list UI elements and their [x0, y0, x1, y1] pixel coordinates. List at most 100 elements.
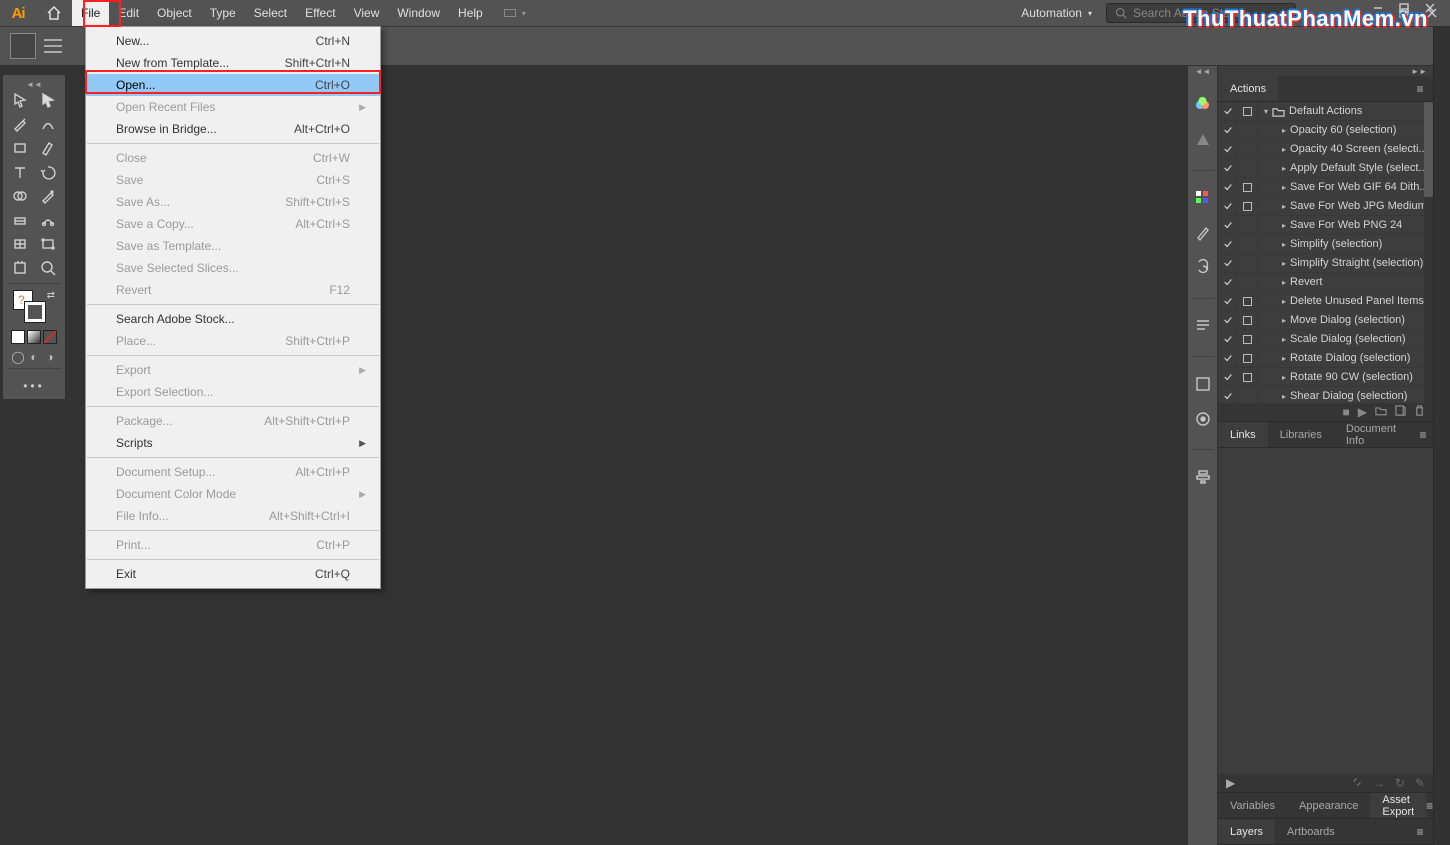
appearance-icon[interactable] — [1194, 375, 1212, 396]
tab-libraries[interactable]: Libraries — [1268, 422, 1334, 447]
menu-object[interactable]: Object — [148, 0, 201, 26]
shape-builder-tool[interactable] — [7, 185, 33, 207]
menu-select[interactable]: Select — [245, 0, 296, 26]
paragraph-icon[interactable] — [1194, 317, 1212, 338]
workspace-switcher[interactable]: Automation ▾ — [1011, 6, 1102, 20]
edit-toolbar-button[interactable]: ••• — [7, 379, 61, 393]
right-dock-strip: ◄◄ — [1187, 66, 1217, 845]
watermark: ThuThuatPhanMem.vn — [1183, 6, 1428, 32]
file-menu-exit[interactable]: ExitCtrl+Q — [86, 563, 380, 585]
tab-asset-export[interactable]: Asset Export — [1370, 793, 1426, 818]
new-set-button[interactable] — [1375, 405, 1387, 419]
links-panel-menu-button[interactable]: ≡ — [1413, 422, 1433, 447]
symbols-icon[interactable] — [1194, 259, 1212, 280]
rectangle-tool[interactable] — [7, 137, 33, 159]
file-menu-open[interactable]: Open...Ctrl+O — [86, 74, 380, 96]
menu-effect[interactable]: Effect — [296, 0, 344, 26]
expand-dock-button[interactable]: ◄◄ — [1188, 66, 1217, 76]
show-link-info-button[interactable]: ▶ — [1226, 776, 1235, 790]
selection-tool[interactable] — [7, 89, 33, 111]
action-item[interactable]: ▸Shear Dialog (selection) — [1218, 387, 1424, 403]
actions-scrollbar[interactable] — [1424, 102, 1433, 403]
action-item[interactable]: ▸Move Dialog (selection) — [1218, 311, 1424, 330]
action-item[interactable]: ▸Simplify (selection) — [1218, 235, 1424, 254]
action-item[interactable]: ▸Rotate Dialog (selection) — [1218, 349, 1424, 368]
tab-links[interactable]: Links — [1218, 422, 1268, 447]
actions-folder[interactable]: ▾Default Actions — [1218, 102, 1424, 121]
action-item[interactable]: ▸Rotate 90 CW (selection) — [1218, 368, 1424, 387]
file-menu-new[interactable]: New...Ctrl+N — [86, 30, 380, 52]
tools-panel: ◄◄ ?⇄ ◯◐◑ ••• — [2, 74, 66, 400]
direct-selection-tool[interactable] — [35, 89, 61, 111]
file-menu-search-adobe-stock[interactable]: Search Adobe Stock... — [86, 308, 380, 330]
action-item[interactable]: ▸Delete Unused Panel Items — [1218, 292, 1424, 311]
arrange-documents-button[interactable]: ▾ — [504, 0, 526, 26]
graphic-styles-icon[interactable] — [1194, 410, 1212, 431]
align-icon[interactable] — [1194, 468, 1212, 489]
tab-document-info[interactable]: Document Info — [1334, 422, 1413, 447]
action-item[interactable]: ▸Scale Dialog (selection) — [1218, 330, 1424, 349]
menu-edit[interactable]: Edit — [109, 0, 148, 26]
links-panel-tabs: LinksLibrariesDocument Info≡ — [1218, 422, 1433, 448]
file-menu-close: CloseCtrl+W — [86, 147, 380, 169]
color-mode-row[interactable] — [7, 330, 61, 344]
control-panel-menu-button[interactable] — [44, 39, 62, 53]
curvature-tool[interactable] — [35, 113, 61, 135]
links-panel-body[interactable] — [1218, 448, 1433, 774]
collapse-tools-button[interactable]: ◄◄ — [6, 79, 62, 89]
action-item[interactable]: ▸Opacity 60 (selection) — [1218, 121, 1424, 140]
type-tool[interactable] — [7, 161, 33, 183]
menu-view[interactable]: View — [345, 0, 389, 26]
zoom-tool[interactable] — [35, 257, 61, 279]
action-item[interactable]: ▸Apply Default Style (select... — [1218, 159, 1424, 178]
tab-actions[interactable]: Actions — [1218, 76, 1278, 101]
free-transform-tool[interactable] — [35, 233, 61, 255]
layers-panel-menu-button[interactable]: ≡ — [1407, 819, 1433, 844]
tab-layers[interactable]: Layers — [1218, 819, 1275, 844]
action-item[interactable]: ▸Save For Web JPG Medium — [1218, 197, 1424, 216]
play-action-button[interactable]: ▶ — [1358, 405, 1367, 419]
action-item[interactable]: ▸Save For Web GIF 64 Dith... — [1218, 178, 1424, 197]
file-menu-save: SaveCtrl+S — [86, 169, 380, 191]
window-scrollbar-strip — [1433, 26, 1450, 845]
file-menu-browse-in-bridge[interactable]: Browse in Bridge...Alt+Ctrl+O — [86, 118, 380, 140]
menu-type[interactable]: Type — [201, 0, 245, 26]
home-button[interactable] — [36, 0, 72, 26]
fill-stroke-swatch[interactable]: ?⇄ — [7, 290, 61, 326]
new-action-button[interactable] — [1395, 405, 1406, 419]
width-tool[interactable] — [35, 209, 61, 231]
brushes-icon[interactable] — [1194, 224, 1212, 245]
file-menu-revert: RevertF12 — [86, 279, 380, 301]
pen-tool[interactable] — [7, 113, 33, 135]
swatches-icon[interactable] — [1194, 189, 1212, 210]
menu-help[interactable]: Help — [449, 0, 492, 26]
artboard-tool[interactable] — [7, 257, 33, 279]
mesh-tool[interactable] — [7, 233, 33, 255]
tab-variables[interactable]: Variables — [1218, 793, 1287, 818]
menu-window[interactable]: Window — [388, 0, 449, 26]
action-item[interactable]: ▸Simplify Straight (selection) — [1218, 254, 1424, 273]
action-item[interactable]: ▸Opacity 40 Screen (selecti... — [1218, 140, 1424, 159]
paintbrush-tool[interactable] — [35, 137, 61, 159]
color-guide-icon[interactable] — [1194, 131, 1212, 152]
search-icon — [1115, 7, 1127, 19]
menu-file[interactable]: File — [72, 0, 109, 26]
actions-panel-menu-button[interactable]: ≡ — [1407, 76, 1433, 101]
action-item[interactable]: ▸Save For Web PNG 24 — [1218, 216, 1424, 235]
file-menu-scripts[interactable]: Scripts▶ — [86, 432, 380, 454]
gradient-tool[interactable] — [7, 209, 33, 231]
eyedropper-tool[interactable] — [35, 185, 61, 207]
delete-action-button[interactable] — [1414, 405, 1425, 419]
color-icon[interactable] — [1194, 96, 1212, 117]
draw-mode-row[interactable]: ◯◐◑ — [7, 350, 61, 364]
stop-action-button[interactable]: ■ — [1343, 405, 1350, 419]
tab-appearance[interactable]: Appearance — [1287, 793, 1370, 818]
tab-artboards[interactable]: Artboards — [1275, 819, 1347, 844]
action-item[interactable]: ▸Revert — [1218, 273, 1424, 292]
file-menu-save-a-copy: Save a Copy...Alt+Ctrl+S — [86, 213, 380, 235]
actions-panel-footer: ■ ▶ — [1218, 403, 1433, 421]
edit-original-button: ✎ — [1415, 776, 1425, 790]
file-menu-new-from-template[interactable]: New from Template...Shift+Ctrl+N — [86, 52, 380, 74]
rotate-tool[interactable] — [35, 161, 61, 183]
collapse-panels-button[interactable]: ►► — [1218, 66, 1433, 76]
